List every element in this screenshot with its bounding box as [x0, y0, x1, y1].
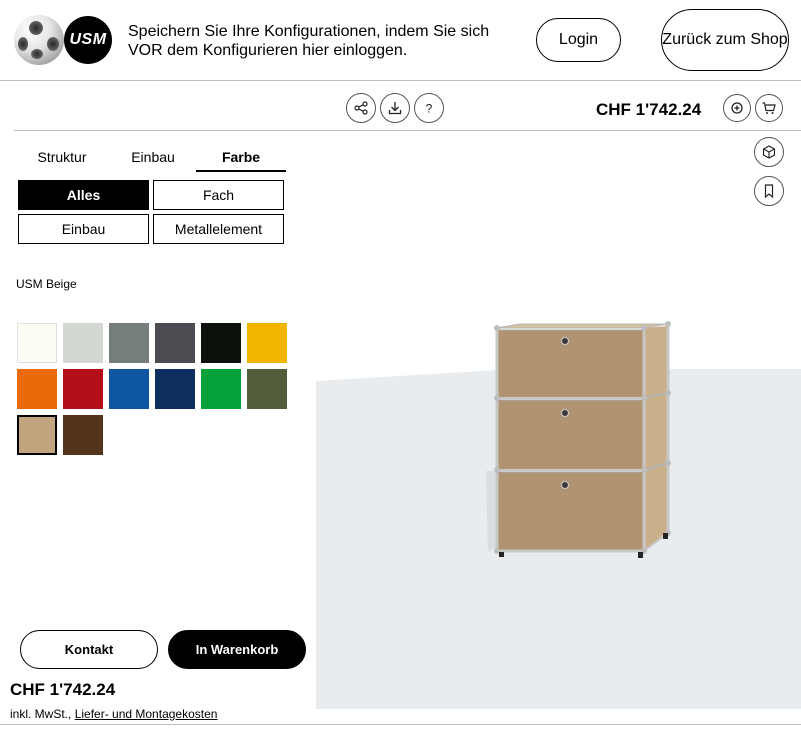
login-hint-message: Speichern Sie Ihre Konfigurationen, inde…	[128, 23, 490, 59]
login-button[interactable]: Login	[536, 18, 621, 62]
svg-text:?: ?	[426, 102, 433, 116]
header-price: CHF 1'742.24	[596, 100, 702, 119]
bookmark-icon[interactable]	[754, 176, 784, 206]
delivery-costs-link[interactable]: Liefer- und Montagekosten	[75, 707, 218, 721]
color-swatch[interactable]	[155, 323, 195, 363]
color-swatch[interactable]	[17, 323, 57, 363]
vat-prefix: inkl. MwSt.,	[10, 707, 75, 721]
vat-note: inkl. MwSt., Liefer- und Montagekosten	[10, 707, 217, 721]
filter-fach-button[interactable]: Fach	[153, 180, 284, 210]
color-swatch[interactable]	[63, 415, 103, 455]
color-swatch[interactable]	[201, 369, 241, 409]
3d-viewport[interactable]	[316, 131, 801, 709]
cart-icon[interactable]	[755, 94, 783, 122]
color-swatch[interactable]	[63, 369, 103, 409]
filter-metallelement-button[interactable]: Metallelement	[153, 214, 284, 244]
download-icon[interactable]	[380, 93, 410, 123]
tab-farbe[interactable]: Farbe	[196, 145, 286, 172]
contact-button[interactable]: Kontakt	[20, 630, 158, 669]
color-swatch[interactable]	[109, 369, 149, 409]
tab-struktur[interactable]: Struktur	[16, 145, 108, 172]
color-swatch[interactable]	[17, 415, 57, 455]
product-render	[316, 321, 801, 709]
color-swatch[interactable]	[247, 369, 287, 409]
selected-color-name: USM Beige	[16, 277, 77, 291]
usm-ball-logo[interactable]	[14, 15, 64, 65]
color-swatch[interactable]	[201, 323, 241, 363]
color-swatch[interactable]	[109, 323, 149, 363]
back-to-shop-button[interactable]: Zurück zum Shop	[661, 9, 789, 71]
tab-einbau[interactable]: Einbau	[108, 145, 198, 172]
zoom-in-icon[interactable]	[723, 94, 751, 122]
help-icon[interactable]: ?	[414, 93, 444, 123]
color-swatch[interactable]	[155, 369, 195, 409]
configurator-tabs: Struktur Einbau Farbe	[16, 145, 286, 172]
share-icon[interactable]	[346, 93, 376, 123]
add-to-cart-button[interactable]: In Warenkorb	[168, 630, 306, 669]
top-header: USM Speichern Sie Ihre Konfigurationen, …	[0, 0, 801, 81]
color-swatch[interactable]	[63, 323, 103, 363]
filter-all-button[interactable]: Alles	[18, 180, 149, 210]
color-swatch[interactable]	[17, 369, 57, 409]
usm-logo[interactable]: USM	[64, 16, 112, 64]
3d-view-icon[interactable]	[754, 137, 784, 167]
footer-divider	[0, 724, 801, 725]
color-swatch[interactable]	[247, 323, 287, 363]
total-price: CHF 1'742.24	[10, 680, 116, 699]
filter-einbau-button[interactable]: Einbau	[18, 214, 149, 244]
